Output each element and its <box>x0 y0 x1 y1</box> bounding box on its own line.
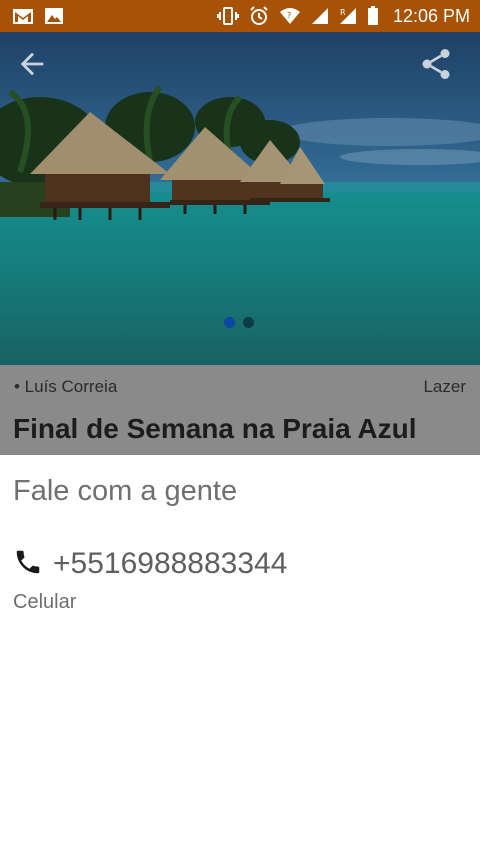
beach-bungalows-photo <box>0 32 480 365</box>
status-left <box>12 7 64 25</box>
phone-icon <box>13 547 43 581</box>
signal-r-icon: R <box>339 7 357 25</box>
pager-dot-active[interactable] <box>224 317 235 328</box>
post-title: Final de Semana na Praia Azul <box>13 413 417 444</box>
status-bar: ? R 12:06 PM <box>0 0 480 32</box>
alarm-icon <box>249 6 269 26</box>
phone-contact-row[interactable]: +5516988883344 <box>13 547 287 581</box>
pager-dot[interactable] <box>243 317 254 328</box>
share-icon <box>422 49 450 79</box>
carousel-pager <box>224 317 254 328</box>
status-time: 12:06 PM <box>392 5 470 26</box>
share-button[interactable] <box>418 46 454 82</box>
sheet-title: Fale com a gente <box>13 475 238 507</box>
arrow-left-icon <box>20 52 44 76</box>
post-info: • Luís Correia Lazer Final de Semana na … <box>0 365 480 455</box>
back-button[interactable] <box>14 46 50 82</box>
battery-icon <box>367 6 379 26</box>
signal-icon <box>311 7 329 25</box>
hero-image-carousel[interactable] <box>0 32 480 365</box>
phone-type-label: Celular <box>13 591 77 613</box>
phone-number[interactable]: +5516988883344 <box>53 547 287 581</box>
image-icon <box>44 7 64 25</box>
svg-text:?: ? <box>287 11 291 20</box>
wifi-icon: ? <box>279 7 301 25</box>
status-right: ? R 12:06 PM <box>216 5 470 27</box>
post-category[interactable]: Lazer <box>423 377 466 397</box>
svg-text:R: R <box>340 8 346 17</box>
contact-bottom-sheet: Fale com a gente +5516988883344 Celular <box>0 455 480 854</box>
vibrate-icon <box>216 7 239 25</box>
post-author[interactable]: • Luís Correia <box>14 377 117 397</box>
gmail-icon <box>12 8 34 25</box>
